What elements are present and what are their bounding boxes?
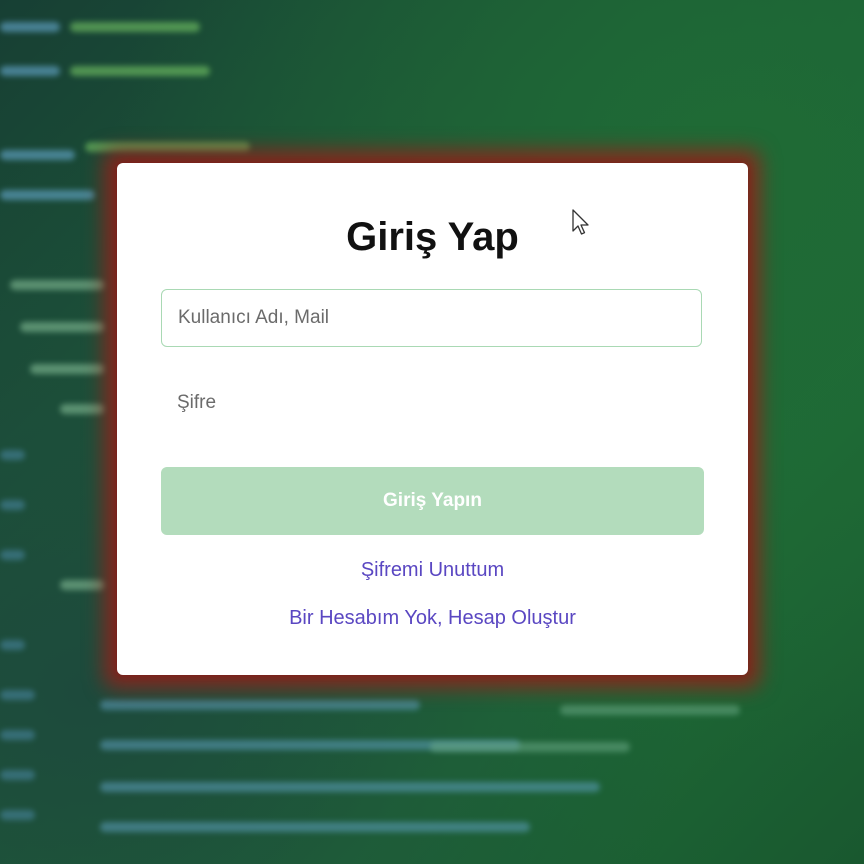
mouse-pointer-icon <box>572 209 589 235</box>
login-card: Giriş Yap Giriş Yapın Şifremi Unuttum Bi… <box>117 163 748 675</box>
page-title: Giriş Yap <box>346 215 519 259</box>
username-input[interactable] <box>161 289 702 347</box>
password-input[interactable] <box>161 374 702 432</box>
forgot-password-link[interactable]: Şifremi Unuttum <box>117 559 748 582</box>
login-button[interactable]: Giriş Yapın <box>161 467 704 535</box>
register-link[interactable]: Bir Hesabım Yok, Hesap Oluştur <box>117 607 748 630</box>
